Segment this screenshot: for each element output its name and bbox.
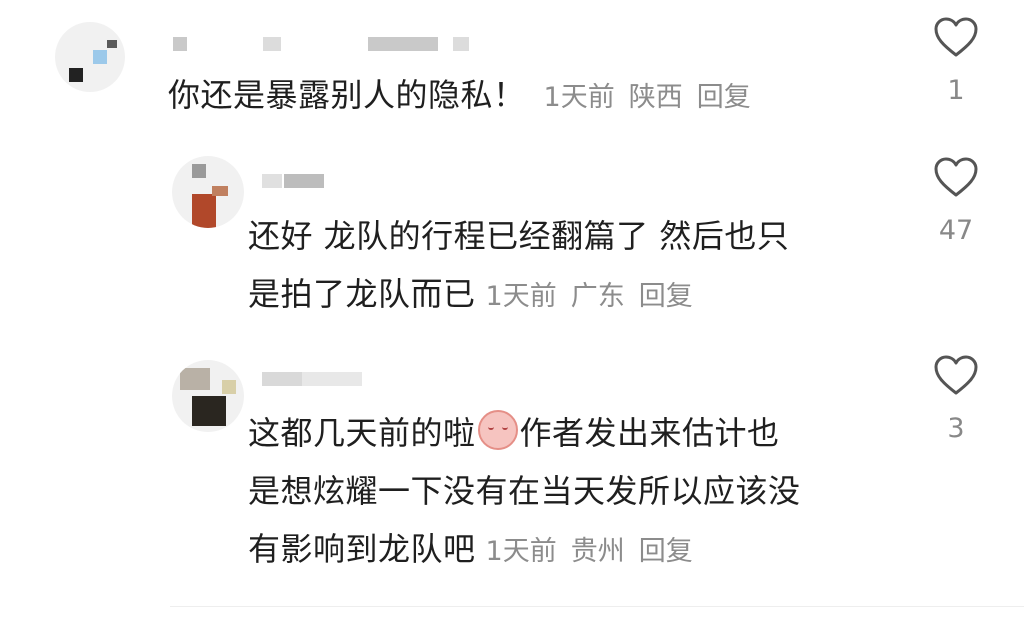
comment-time: 1天前	[485, 536, 557, 567]
divider	[170, 606, 1024, 607]
comment-location: 陕西	[628, 82, 683, 113]
username-blurred[interactable]	[262, 372, 382, 392]
like-count: 47	[938, 215, 974, 246]
heart-outline-icon	[934, 17, 978, 57]
comment-text: 你还是暴露别人的隐私！ 1天前 陕西 回复	[168, 66, 765, 127]
avatar[interactable]	[172, 156, 244, 228]
comment-time: 1天前	[485, 281, 557, 312]
comment-time: 1天前	[543, 82, 615, 113]
like-button[interactable]: 1	[926, 16, 986, 106]
comment-text-line: 这都几天前的啦	[248, 414, 476, 452]
comment-item: 你还是暴露别人的隐私！ 1天前 陕西 回复 1	[0, 0, 1024, 150]
comment-meta: 1天前 陕西 回复	[544, 82, 765, 113]
reply-item: 还好 龙队的行程已经翻篇了 然后也只 是拍了龙队而已 1天前 广东 回复 47	[0, 150, 1024, 350]
blushing-face-emoji	[477, 410, 518, 450]
comment-text: 还好 龙队的行程已经翻篇了 然后也只 是拍了龙队而已 1天前 广东 回复	[248, 207, 789, 326]
comment-text-line: 是想炫耀一下没有在当天发所以应该没	[248, 472, 801, 510]
comment-text-line: 有影响到龙队吧	[248, 530, 476, 568]
reply-button[interactable]: 回复	[697, 82, 751, 113]
reply-button[interactable]: 回复	[639, 281, 693, 312]
comment-meta: 1天前 贵州 回复	[486, 536, 707, 567]
heart-outline-icon	[934, 157, 978, 197]
comment-text-line: 还好 龙队的行程已经翻篇了 然后也只	[248, 217, 790, 255]
like-button[interactable]: 47	[926, 156, 986, 246]
comment-text-line: 你还是暴露别人的隐私！	[168, 76, 526, 114]
heart-outline-icon	[934, 355, 978, 395]
comment-text: 这都几天前的啦 作者发出来估计也 是想炫耀一下没有在当天发所以应该没 有影响到龙队…	[248, 404, 801, 581]
comment-text-line: 是拍了龙队而已	[248, 275, 476, 313]
comment-meta: 1天前 广东 回复	[486, 281, 707, 312]
comment-location: 贵州	[570, 536, 625, 567]
avatar[interactable]	[55, 22, 125, 92]
username-blurred[interactable]	[173, 37, 473, 57]
like-button[interactable]: 3	[926, 354, 986, 444]
comment-text-line: 作者发出来估计也	[519, 414, 780, 452]
avatar[interactable]	[172, 360, 244, 432]
like-count: 3	[947, 413, 965, 444]
reply-button[interactable]: 回复	[639, 536, 693, 567]
comment-location: 广东	[570, 281, 625, 312]
username-blurred[interactable]	[262, 174, 342, 194]
reply-item: 这都几天前的啦 作者发出来估计也 是想炫耀一下没有在当天发所以应该没 有影响到龙队…	[0, 350, 1024, 606]
like-count: 1	[947, 75, 965, 106]
